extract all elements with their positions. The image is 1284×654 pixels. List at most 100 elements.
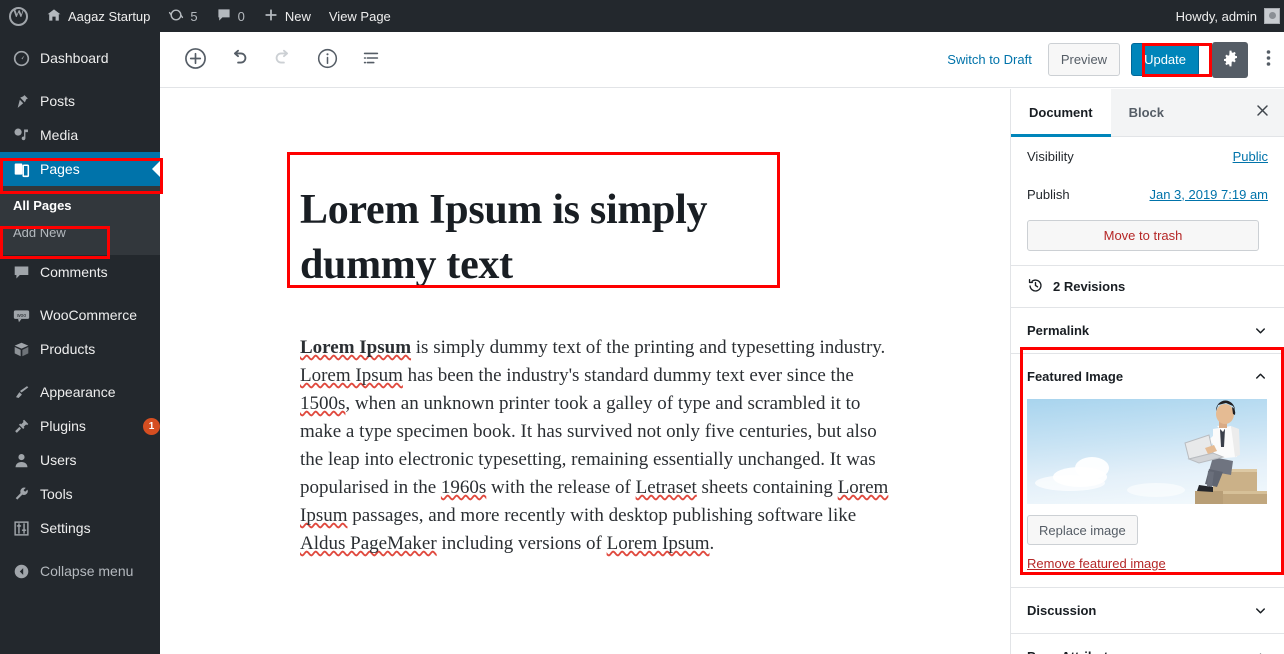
sidebar-item-appearance[interactable]: Appearance [0, 375, 160, 409]
featured-image-toggle[interactable]: Featured Image [1011, 354, 1284, 399]
page-attributes-label: Page Attributes [1027, 649, 1123, 654]
settings-sidebar: Document Block Visibility Public Publish… [1010, 89, 1284, 654]
sidebar-item-comments[interactable]: Comments [0, 255, 160, 289]
settings-gear-button[interactable] [1212, 41, 1248, 78]
sidebar-item-dashboard[interactable]: Dashboard [0, 41, 160, 75]
menu-group-spacer-2 [0, 289, 160, 298]
settings-tabs: Document Block [1011, 89, 1284, 137]
body-text-segment: is simply dummy text of the printing and… [411, 337, 886, 358]
howdy-label: Howdy, admin [1175, 8, 1257, 24]
sidebar-item-settings[interactable]: Settings [0, 511, 160, 545]
revisions-label: 2 Revisions [1053, 279, 1126, 294]
chevron-down-icon [1253, 603, 1268, 618]
sidebar-item-tools[interactable]: Tools [0, 477, 160, 511]
featured-image-panel: Featured Image Replace image Remove feat… [1011, 353, 1284, 587]
collapse-arrow-icon [11, 561, 31, 581]
pin-icon [11, 91, 31, 111]
body-text-segment: passages, and more recently with desktop… [347, 505, 857, 526]
publish-label: Publish [1027, 186, 1070, 202]
editor-canvas: Lorem Ipsum is simply dummy text Lorem I… [160, 89, 1010, 654]
body-text-segment: has been the industry's standard dummy t… [402, 365, 854, 386]
collapse-menu-button[interactable]: Collapse menu [0, 554, 160, 588]
page-attributes-toggle[interactable]: Page Attributes [1011, 634, 1284, 654]
sidebar-item-plugins[interactable]: Plugins 1 [0, 409, 160, 443]
visibility-value-button[interactable]: Public [1233, 149, 1268, 164]
comments-button[interactable]: 0 [207, 0, 254, 32]
body-text-segment: Lorem Ipsum [300, 337, 412, 358]
chevron-up-icon [1253, 369, 1268, 384]
update-button[interactable]: Update [1131, 43, 1199, 76]
block-editor: Switch to Draft Preview Update Lorem Ips… [160, 32, 1284, 654]
sidebar-label: Plugins [40, 418, 86, 434]
new-label: New [284, 8, 311, 24]
tabs-spacer [1182, 89, 1240, 136]
updates-button[interactable]: 5 [159, 0, 206, 32]
close-x-icon [1255, 104, 1270, 122]
gear-icon [1221, 49, 1240, 71]
sidebar-item-woocommerce[interactable]: woo WooCommerce [0, 298, 160, 332]
featured-image-thumbnail[interactable] [1027, 399, 1267, 504]
switch-to-draft-button[interactable]: Switch to Draft [939, 46, 1040, 73]
sidebar-label: Media [40, 127, 79, 143]
close-sidebar-button[interactable] [1240, 89, 1284, 136]
page-attributes-panel: Page Attributes [1011, 633, 1284, 654]
redo-button[interactable] [265, 42, 301, 78]
preview-button[interactable]: Preview [1047, 43, 1121, 76]
sidebar-item-media[interactable]: Media [0, 118, 160, 152]
tab-block[interactable]: Block [1111, 89, 1182, 137]
updates-count: 5 [190, 8, 198, 24]
sidebar-item-posts[interactable]: Posts [0, 84, 160, 118]
sidebar-item-users[interactable]: Users [0, 443, 160, 477]
sidebar-item-add-new[interactable]: Add New [0, 219, 160, 246]
products-box-icon [11, 339, 31, 359]
permalink-panel: Permalink [1011, 307, 1284, 353]
plugins-update-badge: 1 [143, 417, 160, 435]
move-to-trash-button[interactable]: Move to trash [1027, 220, 1259, 251]
site-name-button[interactable]: Aagaz Startup [37, 0, 159, 32]
sidebar-label: Posts [40, 93, 76, 109]
chevron-up-icon [1253, 649, 1268, 654]
publish-row: Publish Jan 3, 2019 7:19 am [1011, 175, 1284, 213]
tab-document[interactable]: Document [1011, 89, 1111, 137]
sidebar-label: Products [40, 341, 96, 357]
view-page-button[interactable]: View Page [320, 0, 400, 32]
remove-featured-image-link[interactable]: Remove featured image [1027, 556, 1166, 571]
menu-group-spacer-3 [0, 366, 160, 375]
menu-group-spacer-4 [0, 545, 160, 554]
sidebar-label: Tools [40, 486, 73, 502]
body-text-segment: Aldus PageMaker [300, 533, 437, 554]
admin-sidebar: Dashboard Posts Media Pages All Pages Ad… [0, 32, 160, 654]
post-title[interactable]: Lorem Ipsum is simply dummy text [300, 183, 784, 293]
admin-bar: Aagaz Startup 5 0 New View Page Howdy, a… [0, 0, 1284, 32]
sidebar-item-products[interactable]: Products [0, 332, 160, 366]
content-info-button[interactable] [309, 42, 345, 78]
menu-group-spacer-1 [0, 75, 160, 84]
sidebar-item-pages[interactable]: Pages [0, 152, 160, 186]
pages-submenu: All Pages Add New [0, 186, 160, 255]
list-view-icon [360, 47, 382, 72]
permalink-toggle[interactable]: Permalink [1011, 308, 1284, 353]
wrench-icon [11, 484, 31, 504]
revisions-button[interactable]: 2 Revisions [1011, 265, 1284, 307]
more-options-button[interactable] [1256, 42, 1280, 78]
body-text-segment: Lorem Ipsum [606, 533, 710, 554]
undo-button[interactable] [221, 42, 257, 78]
add-block-button[interactable] [177, 42, 213, 78]
discussion-toggle[interactable]: Discussion [1011, 588, 1284, 633]
user-avatar-icon[interactable] [1264, 8, 1280, 24]
featured-image-artwork [1184, 400, 1267, 504]
sidebar-item-all-pages[interactable]: All Pages [0, 192, 160, 219]
wordpress-logo-button[interactable] [0, 0, 37, 32]
post-body-paragraph[interactable]: Lorem Ipsum is simply dummy text of the … [300, 334, 890, 558]
collapse-menu-label: Collapse menu [40, 563, 134, 579]
publish-date-button[interactable]: Jan 3, 2019 7:19 am [1149, 187, 1268, 202]
plug-icon [11, 416, 31, 436]
sidebar-label: Pages [40, 161, 80, 177]
sidebar-label: Users [40, 452, 77, 468]
new-content-button[interactable]: New [254, 0, 320, 32]
list-view-button[interactable] [353, 42, 389, 78]
plus-icon [263, 7, 279, 26]
view-page-label: View Page [328, 8, 391, 24]
replace-image-button[interactable]: Replace image [1027, 515, 1138, 545]
account-menu[interactable]: Howdy, admin [1167, 0, 1257, 32]
